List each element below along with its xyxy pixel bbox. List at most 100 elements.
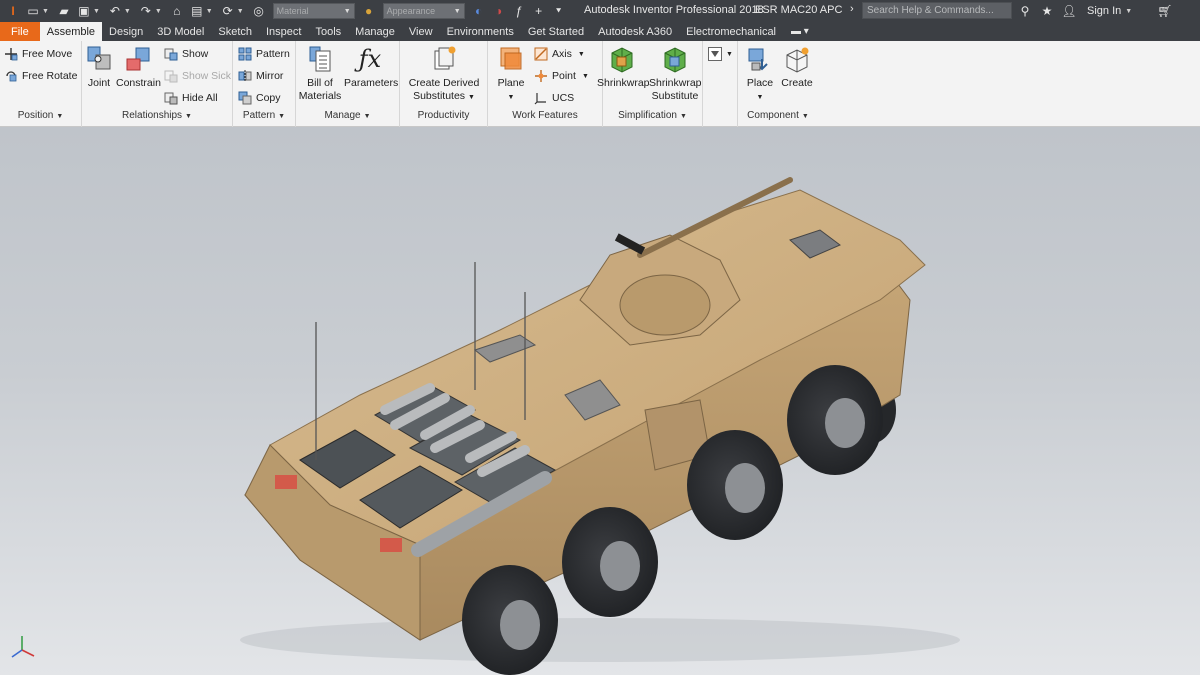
create-derived-substitutes-button[interactable]: Create Derived Substitutes ▼ (404, 45, 484, 104)
derived-label-line1: Create Derived (408, 77, 480, 89)
chevron-down-icon: ▼ (507, 94, 515, 101)
chevron-down-icon[interactable]: ▼ (578, 51, 585, 58)
show-sick-button[interactable]: Show Sick (164, 69, 231, 83)
panel-title-component-label: Component (747, 110, 799, 121)
selection-filter-button[interactable]: ▼ (708, 47, 733, 61)
search-input[interactable]: Search Help & Commands... (862, 2, 1012, 19)
ground-shadow (240, 618, 960, 662)
user-icon[interactable]: 👤︎ (1061, 2, 1077, 20)
ribbon-display-toggle-icon[interactable]: ▬ ▾ (783, 22, 817, 41)
place-button[interactable]: Place ▼ (744, 45, 776, 104)
tab-sketch[interactable]: Sketch (211, 22, 259, 41)
sign-in-dropdown-icon[interactable]: ▼ (1125, 8, 1132, 15)
shrinkwrap-substitute-button[interactable]: Shrinkwrap Substitute (649, 45, 702, 103)
shrinkwrap-button[interactable]: Shrinkwrap (597, 45, 650, 90)
cart-icon[interactable]: 🛒︎ (1156, 2, 1174, 20)
tab-get-started[interactable]: Get Started (521, 22, 591, 41)
axis-label: Axis (552, 48, 572, 60)
chevron-down-icon[interactable]: ▼ (582, 73, 589, 80)
chevron-down-icon: ▼ (679, 113, 687, 120)
undo-dropdown-icon[interactable]: ▼ (124, 8, 131, 15)
star-icon[interactable]: ★ (1039, 2, 1055, 20)
create-button[interactable]: Create (780, 45, 814, 90)
ucs-button[interactable]: UCS (534, 91, 574, 105)
hide-all-button[interactable]: Hide All (164, 91, 218, 105)
update-icon[interactable]: ⟳ (219, 2, 237, 20)
axis-button[interactable]: Axis ▼ (534, 47, 585, 61)
plane-button[interactable]: Plane ▼ (494, 45, 528, 104)
chevron-down-icon: ▼ (467, 94, 475, 101)
tab-autodesk-a360[interactable]: Autodesk A360 (591, 22, 679, 41)
measure-icon[interactable]: ◎ (250, 2, 268, 20)
panel-title-productivity[interactable]: Productivity (400, 110, 487, 126)
panel-title-position[interactable]: Position ▼ (0, 110, 81, 126)
open-folder-icon[interactable]: ▰ (55, 2, 73, 20)
bom-label-line2: Materials (298, 90, 342, 102)
tab-3d-model[interactable]: 3D Model (150, 22, 211, 41)
customize-dropdown-icon[interactable]: ⯆ (550, 2, 568, 20)
panel-relationships: Joint Constrain Show Show Sick Hide All … (82, 41, 233, 127)
panel-title-pattern[interactable]: Pattern ▼ (233, 110, 295, 126)
appearance-combo[interactable]: Appearance ▼ (382, 3, 465, 19)
tab-design[interactable]: Design (102, 22, 150, 41)
apc-model-view[interactable] (0, 127, 1200, 675)
update-dropdown-icon[interactable]: ▼ (237, 8, 244, 15)
bill-of-materials-icon (306, 45, 334, 73)
panel-title-relationships[interactable]: Relationships ▼ (82, 110, 232, 126)
tab-inspect[interactable]: Inspect (259, 22, 308, 41)
tab-file[interactable]: File (0, 22, 40, 41)
tab-electromechanical[interactable]: Electromechanical (679, 22, 783, 41)
create-label: Create (781, 77, 813, 89)
bill-of-materials-button[interactable]: Bill of Materials (298, 45, 342, 103)
save-icon[interactable]: ▣ (75, 2, 93, 20)
print-icon[interactable]: ▤ (188, 2, 206, 20)
new-dropdown-icon[interactable]: ▼ (42, 8, 49, 15)
binoculars-icon[interactable]: ⚲ (1017, 2, 1033, 20)
clear-appearance-icon[interactable]: ◑ (490, 2, 508, 20)
constrain-icon (124, 45, 152, 73)
mirror-button[interactable]: Mirror (238, 69, 283, 83)
panel-title-pattern-label: Pattern (242, 110, 276, 121)
app-logo-icon[interactable]: I (4, 2, 22, 20)
adjust-appearance-icon[interactable]: ◐ (470, 2, 488, 20)
pattern-button[interactable]: Pattern (238, 47, 290, 61)
free-rotate-button[interactable]: Free Rotate (4, 69, 77, 83)
chevron-down-icon: ▼ (801, 113, 809, 120)
wheel (687, 430, 783, 540)
tab-environments[interactable]: Environments (440, 22, 521, 41)
sign-in-button[interactable]: Sign In (1087, 5, 1121, 17)
crosshair-icon[interactable]: + (530, 2, 548, 20)
chevron-right-icon[interactable]: › (850, 3, 854, 15)
tab-tools[interactable]: Tools (308, 22, 348, 41)
undo-icon[interactable]: ↶ (106, 2, 124, 20)
color-wheel-icon[interactable]: ● (360, 2, 378, 20)
panel-title-simplification[interactable]: Simplification ▼ (603, 110, 702, 126)
chevron-down-icon: ▼ (756, 94, 764, 101)
joint-button[interactable]: Joint (86, 45, 112, 90)
free-move-button[interactable]: Free Move (4, 47, 72, 61)
tab-view[interactable]: View (402, 22, 440, 41)
graphics-viewport[interactable] (0, 127, 1200, 675)
redo-dropdown-icon[interactable]: ▼ (155, 8, 162, 15)
copy-button[interactable]: Copy (238, 91, 281, 105)
mirror-icon (238, 69, 252, 83)
panel-title-manage[interactable]: Manage ▼ (296, 110, 399, 126)
panel-title-work-features[interactable]: Work Features (488, 110, 602, 126)
panel-pattern: Pattern Mirror Copy Pattern ▼ (233, 41, 296, 127)
constrain-button[interactable]: Constrain (116, 45, 161, 90)
joint-label: Joint (87, 77, 111, 89)
home-icon[interactable]: ⌂ (168, 2, 186, 20)
free-rotate-label: Free Rotate (22, 70, 78, 82)
show-button[interactable]: Show (164, 47, 208, 61)
tab-assemble[interactable]: Assemble (39, 22, 103, 41)
panel-title-component[interactable]: Component ▼ (738, 110, 818, 126)
tab-manage[interactable]: Manage (348, 22, 402, 41)
save-dropdown-icon[interactable]: ▼ (93, 8, 100, 15)
redo-icon[interactable]: ↷ (137, 2, 155, 20)
new-file-icon[interactable]: ▭ (24, 2, 42, 20)
function-icon[interactable]: ƒ (510, 2, 528, 20)
print-dropdown-icon[interactable]: ▼ (206, 8, 213, 15)
parameters-button[interactable]: ƒx Parameters (344, 45, 398, 90)
point-button[interactable]: Point ▼ (534, 69, 589, 83)
material-combo[interactable]: Material ▼ (272, 3, 355, 19)
